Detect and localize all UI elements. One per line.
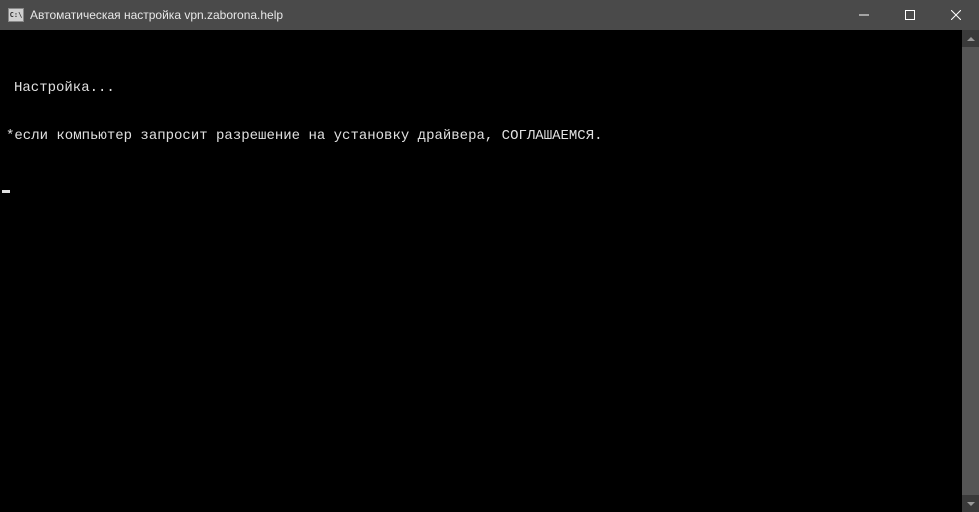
scroll-thumb[interactable] bbox=[962, 47, 979, 495]
terminal-output[interactable]: Настройка... *если компьютер запросит ра… bbox=[0, 30, 962, 512]
scroll-track[interactable] bbox=[962, 47, 979, 495]
titlebar[interactable]: C:\ Автоматическая настройка vpn.zaboron… bbox=[0, 0, 979, 30]
cursor bbox=[2, 190, 10, 193]
output-line: Настройка... bbox=[6, 80, 962, 96]
terminal-area: Настройка... *если компьютер запросит ра… bbox=[0, 30, 979, 512]
cmd-icon: C:\ bbox=[8, 8, 24, 22]
maximize-button[interactable] bbox=[887, 0, 933, 30]
window-title: Автоматическая настройка vpn.zaborona.he… bbox=[30, 8, 841, 22]
close-button[interactable] bbox=[933, 0, 979, 30]
scroll-up-button[interactable] bbox=[962, 30, 979, 47]
scrollbar[interactable] bbox=[962, 30, 979, 512]
output-line: *если компьютер запросит разрешение на у… bbox=[6, 128, 962, 144]
minimize-button[interactable] bbox=[841, 0, 887, 30]
scroll-down-button[interactable] bbox=[962, 495, 979, 512]
chevron-up-icon bbox=[967, 37, 975, 41]
chevron-down-icon bbox=[967, 502, 975, 506]
window-controls bbox=[841, 0, 979, 30]
